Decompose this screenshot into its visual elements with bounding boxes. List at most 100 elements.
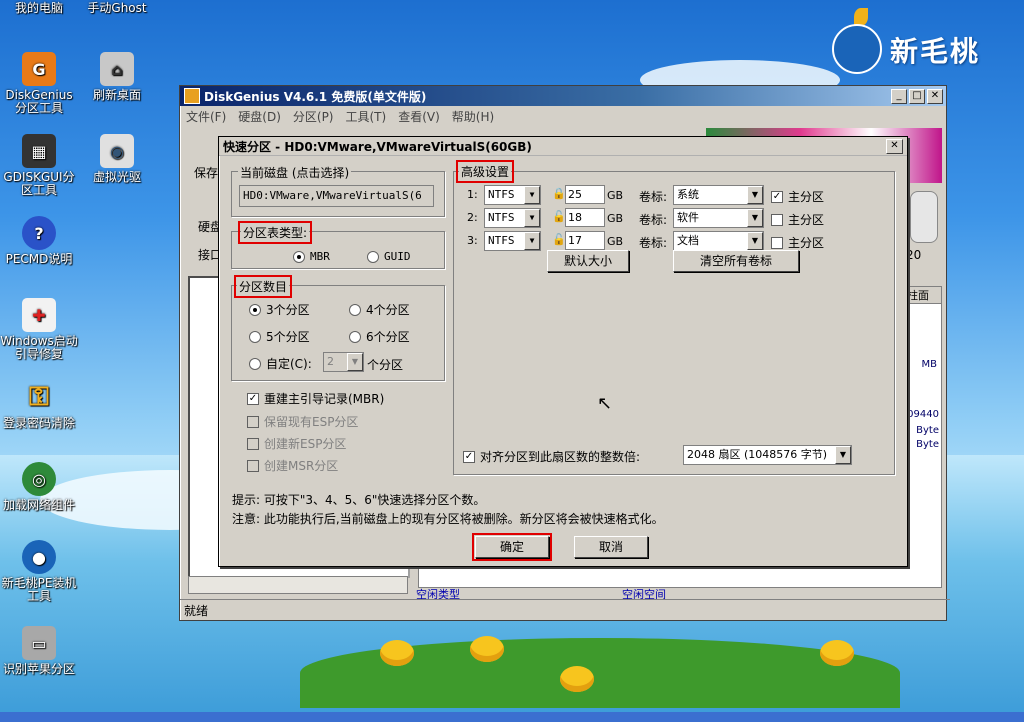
row-index: 1: xyxy=(467,188,478,201)
create-esp-checkbox: 创建新ESP分区 xyxy=(247,435,346,452)
maximize-button[interactable]: □ xyxy=(909,89,925,104)
minimize-button[interactable]: _ xyxy=(891,89,907,104)
radio-4-partitions[interactable]: 4个分区 xyxy=(349,301,410,318)
desktop-icon-boot-repair[interactable]: ✚ Windows启动引导修复 xyxy=(0,298,78,361)
row2-fs-select[interactable]: NTFS ▼ xyxy=(484,208,541,228)
align-partitions-checkbox[interactable]: ✓ 对齐分区到此扇区数的整数倍: xyxy=(463,448,640,465)
status-bar: 就绪 xyxy=(180,599,950,620)
brand-logo: 新毛桃 xyxy=(832,6,1012,76)
row3-primary-checkbox[interactable]: 主分区 xyxy=(771,234,824,251)
checkbox-box: ✓ xyxy=(463,450,475,463)
row2-size-input[interactable]: 18 xyxy=(565,208,605,227)
dialog-close-button[interactable]: ✕ xyxy=(886,139,903,154)
desktop-icon-label: PECMD说明 xyxy=(5,252,73,266)
desktop-icon-my-computer[interactable]: 我的电脑 xyxy=(0,2,78,15)
horizontal-scrollbar[interactable] xyxy=(188,576,408,594)
desktop-icon-password-clear[interactable]: ⚿ 登录密码清除 xyxy=(0,380,78,430)
refresh-icon: ⌂ xyxy=(100,52,134,86)
unlock-icon[interactable]: 🔓 xyxy=(552,210,566,223)
desktop-icon-virtual-cdrom[interactable]: ◉ 虚拟光驱 xyxy=(78,134,156,184)
taskbar[interactable] xyxy=(0,712,1024,722)
desktop-icon-label: Windows启动引导修复 xyxy=(0,334,78,361)
toolbar-save-label[interactable]: 保存 xyxy=(194,164,218,181)
menu-view[interactable]: 查看(V) xyxy=(398,108,440,125)
volume-label-caption: 卷标: xyxy=(639,213,668,227)
row2-primary-checkbox[interactable]: 主分区 xyxy=(771,211,824,228)
hint-text: 提示: 可按下"3、4、5、6"快速选择分区个数。 xyxy=(232,493,486,507)
fs-value: NTFS xyxy=(488,211,515,224)
radio-label: 自定(C): xyxy=(266,357,312,371)
desktop-icon-installer[interactable]: ● 新毛桃PE装机工具 xyxy=(0,540,78,603)
default-size-button[interactable]: 默认大小 xyxy=(547,250,629,272)
desktop-icon-refresh[interactable]: ⌂ 刷新桌面 xyxy=(78,52,156,102)
chevron-down-icon: ▼ xyxy=(747,209,763,227)
radio-3-partitions[interactable]: 3个分区 xyxy=(249,301,310,318)
radio-guid[interactable]: GUID xyxy=(367,250,411,263)
current-disk-field[interactable]: HD0:VMware,VMwareVirtualS(6 xyxy=(239,185,434,207)
desktop-icon-pecmd[interactable]: ? PECMD说明 xyxy=(0,216,78,266)
row1-size-input[interactable]: 25 xyxy=(565,185,605,204)
desktop-icon-label: GDISKGUI分区工具 xyxy=(3,170,75,197)
window-titlebar[interactable]: DiskGenius V4.6.1 免费版(单文件版) xyxy=(180,86,946,106)
checkbox-box: ✓ xyxy=(247,392,259,405)
desktop-icon-apple-partition[interactable]: ▭ 识别苹果分区 xyxy=(0,626,78,676)
clear-all-labels-button[interactable]: 清空所有卷标 xyxy=(673,250,799,272)
radio-mbr-label: MBR xyxy=(310,250,330,263)
info-fragment: MB xyxy=(921,359,938,370)
radio-custom[interactable]: 自定(C): xyxy=(249,355,312,372)
row3-volume-label-select[interactable]: 文档 ▼ xyxy=(673,231,764,251)
ok-button[interactable]: 确定 xyxy=(472,533,552,561)
menu-tools[interactable]: 工具(T) xyxy=(346,108,387,125)
app-icon xyxy=(184,88,200,104)
desktop-icon-label: 刷新桌面 xyxy=(92,88,141,102)
row2-volume-label-select[interactable]: 软件 ▼ xyxy=(673,208,764,228)
row3-fs-select[interactable]: NTFS ▼ xyxy=(484,231,541,251)
wallpaper-flower xyxy=(820,640,854,666)
volume-label-value: 文档 xyxy=(677,234,699,247)
row-index: 3: xyxy=(467,234,478,247)
lock-icon[interactable]: 🔒 xyxy=(552,187,566,200)
radio-dot xyxy=(249,303,261,316)
key-icon: ⚿ xyxy=(29,381,49,412)
menu-help[interactable]: 帮助(H) xyxy=(452,108,494,125)
rebuild-mbr-checkbox[interactable]: ✓ 重建主引导记录(MBR) xyxy=(247,390,384,407)
repair-icon: ✚ xyxy=(22,298,56,332)
row1-primary-checkbox[interactable]: ✓ 主分区 xyxy=(771,188,824,205)
desktop-icon-gdisk[interactable]: ▦ GDISKGUI分区工具 xyxy=(0,134,78,197)
size-unit: GB xyxy=(607,212,624,225)
quick-partition-dialog: 快速分区 - HD0:VMware,VMwareVirtualS(60GB) ✕… xyxy=(218,136,908,567)
volume-label-caption: 卷标: xyxy=(639,236,668,250)
cancel-button[interactable]: 取消 xyxy=(574,536,648,558)
desktop-icon-network[interactable]: ◎ 加载网络组件 xyxy=(0,462,78,512)
row3-size-input[interactable]: 17 xyxy=(565,231,605,250)
column-header-cylinder[interactable]: 柱面 xyxy=(904,287,941,304)
desktop-icon-ghost[interactable]: 手动Ghost xyxy=(78,2,156,15)
close-window-button[interactable]: ✕ xyxy=(927,89,943,104)
checkbox-label: 主分区 xyxy=(788,236,825,250)
desktop-icon-label: 识别苹果分区 xyxy=(2,662,75,676)
size-unit: GB xyxy=(607,235,624,248)
radio-6-partitions[interactable]: 6个分区 xyxy=(349,328,410,345)
desktop-icon-diskgenius[interactable]: G DiskGenius分区工具 xyxy=(0,52,78,115)
dialog-titlebar[interactable]: 快速分区 - HD0:VMware,VMwareVirtualS(60GB) xyxy=(219,137,907,156)
radio-5-partitions[interactable]: 5个分区 xyxy=(249,328,310,345)
row1-fs-select[interactable]: NTFS ▼ xyxy=(484,185,541,205)
checkbox-box xyxy=(247,459,259,472)
align-sectors-value: 2048 扇区 (1048576 字节) xyxy=(687,448,828,461)
radio-dot xyxy=(293,250,305,263)
menu-partition[interactable]: 分区(P) xyxy=(293,108,334,125)
chevron-down-icon: ▼ xyxy=(524,209,540,227)
menu-disk[interactable]: 硬盘(D) xyxy=(238,108,281,125)
wallpaper-flower xyxy=(380,640,414,666)
radio-dot xyxy=(249,357,261,370)
align-sectors-select[interactable]: 2048 扇区 (1048576 字节) ▼ xyxy=(683,445,852,465)
current-disk-label: 当前磁盘 (点击选择) xyxy=(238,164,352,181)
menu-file[interactable]: 文件(F) xyxy=(186,108,226,125)
radio-mbr[interactable]: MBR xyxy=(293,250,330,263)
unlock-icon[interactable]: 🔓 xyxy=(552,233,566,246)
keep-esp-checkbox: 保留现有ESP分区 xyxy=(247,413,358,430)
custom-count-select[interactable]: 2 ▼ xyxy=(323,352,364,372)
chevron-down-icon: ▼ xyxy=(747,232,763,250)
status-text: 就绪 xyxy=(184,603,209,618)
row1-volume-label-select[interactable]: 系统 ▼ xyxy=(673,185,764,205)
